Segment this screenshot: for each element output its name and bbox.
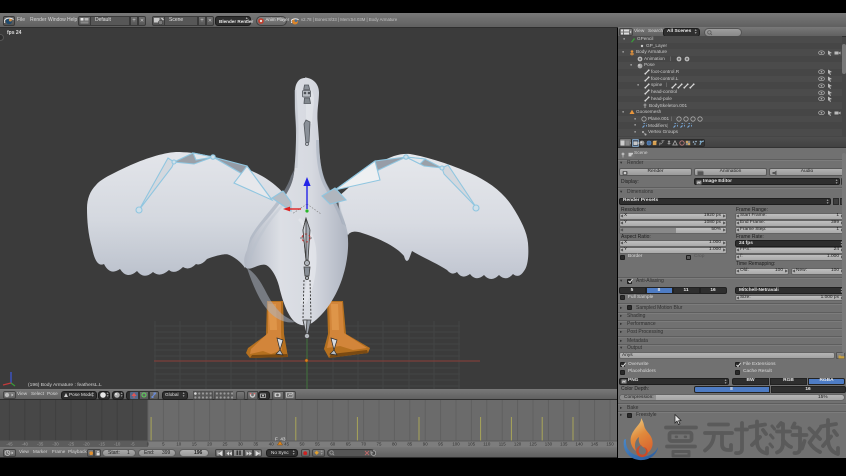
svg-text:60: 60: [330, 442, 335, 447]
svg-text:25: 25: [223, 442, 228, 447]
svg-text:105: 105: [468, 442, 476, 447]
svg-text:110: 110: [483, 442, 491, 447]
svg-text:40: 40: [269, 442, 274, 447]
svg-text:140: 140: [576, 442, 584, 447]
svg-text:-30: -30: [52, 442, 59, 447]
svg-text:55: 55: [315, 442, 320, 447]
svg-text:70: 70: [361, 442, 366, 447]
svg-text:75: 75: [377, 442, 382, 447]
svg-text:15: 15: [192, 442, 197, 447]
svg-text:-20: -20: [83, 442, 90, 447]
svg-text:65: 65: [346, 442, 351, 447]
svg-text:100: 100: [452, 442, 460, 447]
svg-text:-10: -10: [114, 442, 121, 447]
svg-text:80: 80: [392, 442, 397, 447]
svg-text:35: 35: [253, 442, 258, 447]
svg-text:20: 20: [207, 442, 212, 447]
svg-text:45: 45: [284, 442, 289, 447]
svg-text:30: 30: [238, 442, 243, 447]
svg-text:10: 10: [176, 442, 181, 447]
svg-text:130: 130: [545, 442, 553, 447]
svg-text:90: 90: [423, 442, 428, 447]
svg-text:120: 120: [514, 442, 522, 447]
svg-text:125: 125: [529, 442, 537, 447]
svg-text:150: 150: [606, 442, 614, 447]
svg-text:85: 85: [407, 442, 412, 447]
svg-text:50: 50: [300, 442, 305, 447]
svg-text:-35: -35: [37, 442, 44, 447]
svg-text:115: 115: [499, 442, 507, 447]
svg-text:135: 135: [560, 442, 568, 447]
svg-text:-45: -45: [6, 442, 13, 447]
svg-text:-25: -25: [68, 442, 75, 447]
svg-text:145: 145: [591, 442, 599, 447]
svg-text:-5: -5: [131, 442, 135, 447]
svg-text:95: 95: [438, 442, 443, 447]
svg-text:-40: -40: [22, 442, 29, 447]
svg-text:-15: -15: [99, 442, 106, 447]
